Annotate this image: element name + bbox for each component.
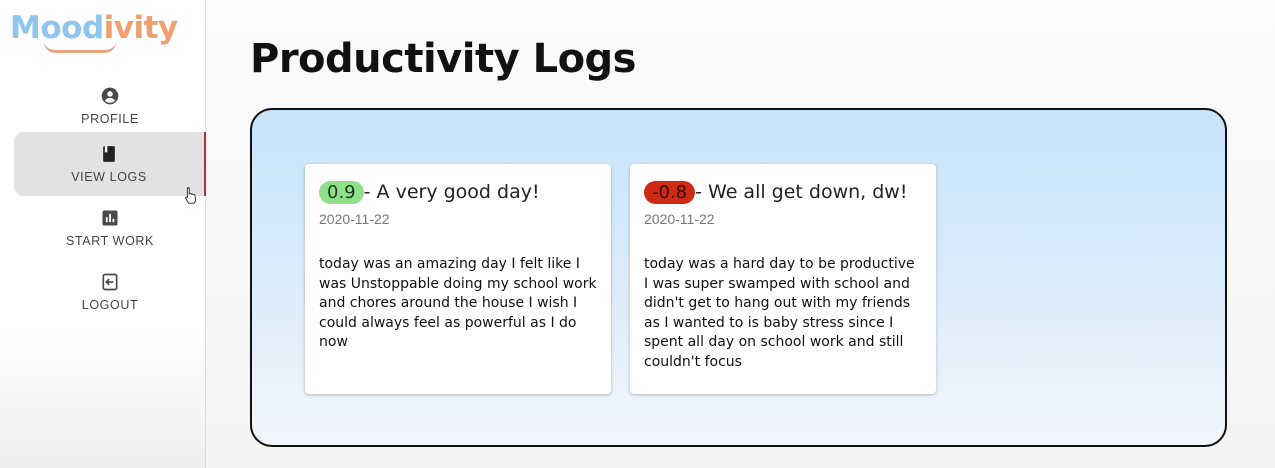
account-circle-icon [101, 87, 119, 105]
logout-icon [102, 273, 118, 291]
sidebar-item-logout[interactable]: LOGOUT [14, 260, 206, 324]
sidebar-item-profile[interactable]: PROFILE [14, 74, 206, 138]
sidebar-item-label: START WORK [66, 234, 154, 248]
sidebar: Moodivity PROFILE VIEW LOGS START WORK L… [0, 0, 206, 468]
page-title: Productivity Logs [250, 36, 637, 82]
sidebar-item-label: VIEW LOGS [71, 170, 147, 184]
sidebar-item-label: LOGOUT [81, 298, 139, 312]
sidebar-item-start-work[interactable]: START WORK [14, 196, 206, 260]
log-headline: - We all get down, dw! [695, 181, 908, 203]
app-window: Moodivity PROFILE VIEW LOGS START WORK L… [0, 0, 1275, 468]
log-card[interactable]: 0.9 - A very good day! 2020-11-22 today … [305, 164, 611, 394]
main-content: Productivity Logs 0.9 - A very good day!… [206, 0, 1275, 468]
hand-cursor-icon [185, 187, 196, 204]
log-text: today was an amazing day I felt like I w… [319, 256, 597, 350]
sidebar-item-view-logs[interactable]: VIEW LOGS [14, 132, 206, 196]
log-text: today was a hard day to be productive I … [644, 256, 915, 370]
book-icon [103, 146, 115, 162]
sidebar-item-label: PROFILE [81, 112, 139, 126]
log-date: 2020-11-22 [319, 211, 390, 227]
mood-score-badge: -0.8 [644, 180, 696, 204]
logs-panel: 0.9 - A very good day! 2020-11-22 today … [250, 108, 1227, 447]
log-date: 2020-11-22 [644, 211, 715, 227]
mood-score-badge: 0.9 [319, 180, 364, 204]
log-headline: - A very good day! [363, 181, 540, 203]
logo-smile-decoration [43, 40, 117, 53]
bar-chart-icon [102, 210, 118, 226]
log-card[interactable]: -0.8 - We all get down, dw! 2020-11-22 t… [630, 164, 936, 394]
log-card-header: 0.9 - A very good day! [319, 179, 597, 205]
log-card-header: -0.8 - We all get down, dw! [644, 179, 922, 205]
